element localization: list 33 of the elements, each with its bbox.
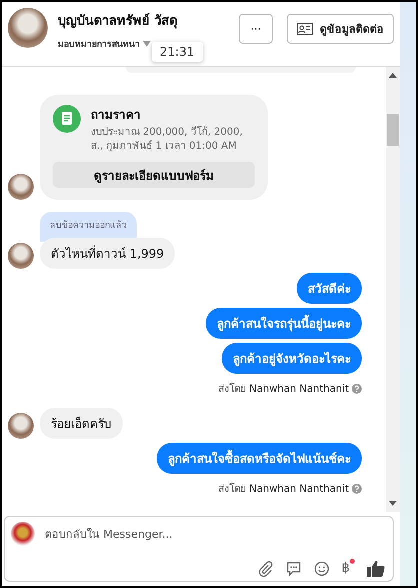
form-icon (53, 105, 81, 133)
form-title: ถามราคา (91, 107, 142, 124)
contact-info-button[interactable]: ดูข้อมูลติดต่อ (287, 14, 394, 44)
message-bubble: ลูกค้าอยู่จังหวัดอะไรคะ (222, 343, 362, 374)
scroll-down-icon[interactable] (389, 501, 397, 506)
assign-label[interactable]: มอบหมายการสนทนา (58, 37, 140, 51)
avatar (8, 8, 48, 48)
attachment-icon[interactable] (258, 560, 274, 576)
chat-bubble-icon[interactable] (286, 560, 302, 576)
thumbs-up-icon[interactable] (367, 560, 385, 577)
message-bubble: ร้อยเอ็ดครับ (40, 408, 123, 439)
scroll-up-icon[interactable] (389, 73, 397, 78)
message-bubble: สวัสดีค่ะ (297, 273, 362, 304)
scroll-thumb[interactable] (387, 114, 399, 146)
payment-button[interactable]: ฿ (342, 560, 350, 576)
message-bubble: ลูกค้าสนใจซื้อสดหรือจัดไฟแน้นช์คะ (157, 443, 362, 474)
avatar (11, 522, 35, 546)
page-name: บุญบันดาลทรัพย์ วัสดุ (58, 12, 179, 31)
contact-card-icon (297, 23, 313, 35)
help-icon[interactable] (352, 484, 362, 494)
scrollbar[interactable] (386, 67, 400, 512)
message-bubble: ตัวไหนที่ดาวน์ 1,999 (40, 238, 176, 269)
sent-by-label: ส่งโดย Nanwhan Nanthanit (218, 482, 349, 496)
sent-by-label: ส่งโดย Nanwhan Nanthanit (218, 382, 349, 396)
reply-box[interactable]: ตอบกลับใน Messenger... ฿ (4, 516, 394, 582)
time-tooltip: 21:31 (152, 42, 203, 62)
help-icon[interactable] (352, 384, 362, 394)
caret-icon[interactable] (143, 41, 151, 47)
form-details: งบประมาณ 200,000, วีโก้, 2000, ส., กุมภาพันธ์ 1 เวลา 01:00 AM (91, 126, 244, 153)
message-bubble: ลูกค้าสนใจรถรุ่นนี้อยู่นะคะ (206, 308, 362, 339)
view-form-button[interactable]: ดูรายละเอียดแบบฟอร์ม (53, 162, 255, 188)
more-button[interactable]: ··· (239, 14, 273, 44)
emoji-icon[interactable] (314, 560, 330, 576)
